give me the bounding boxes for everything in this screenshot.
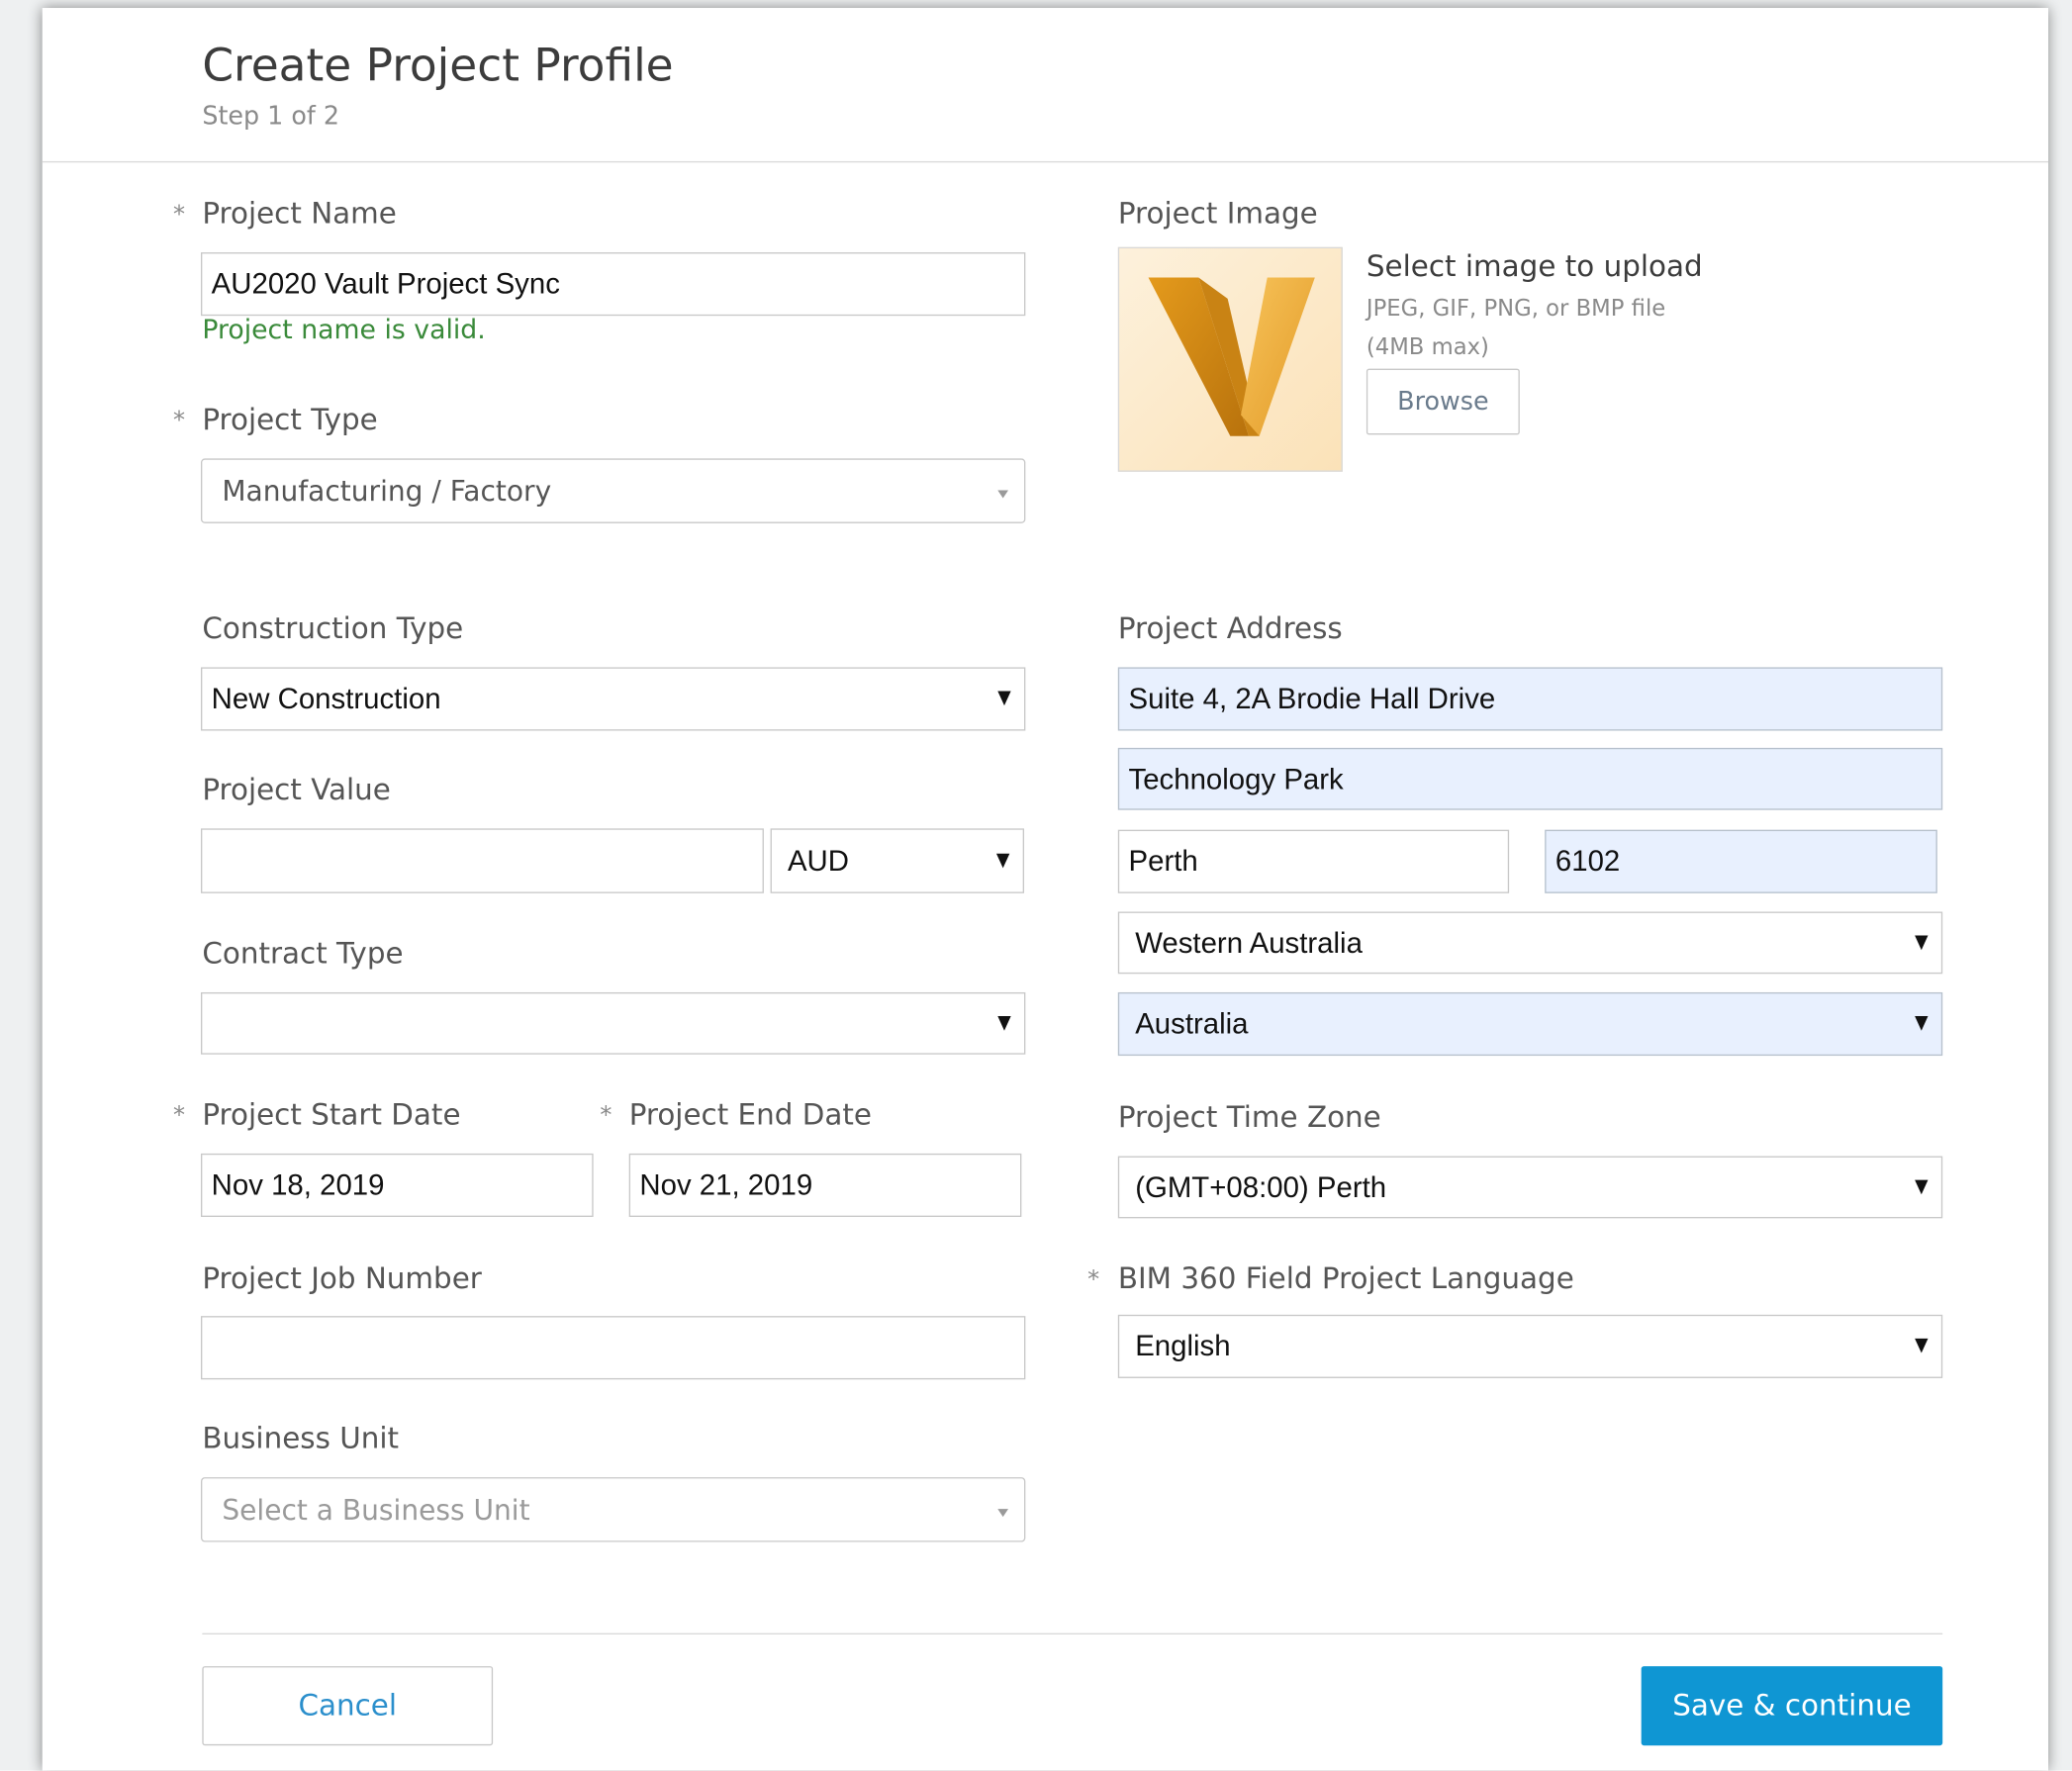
business-unit-select[interactable]: Select a Business Unit [200,1477,1026,1542]
page-title: Create Project Profile [202,40,674,93]
job-number-input[interactable] [200,1316,1026,1380]
caret-down-icon [995,853,1010,868]
project-type-value: Manufacturing / Factory [222,475,552,508]
project-value-input[interactable] [200,828,764,893]
project-address-label: Project Address [1117,612,1343,647]
required-asterisk: * [172,200,185,230]
required-asterisk: * [1087,1265,1100,1294]
address-line1-input[interactable]: Suite 4, 2A Brodie Hall Drive [1117,667,1943,731]
end-date-input[interactable]: Nov 21, 2019 [628,1153,1022,1217]
start-date-value: Nov 18, 2019 [211,1167,385,1201]
job-number-label: Project Job Number [202,1262,482,1297]
end-date-value: Nov 21, 2019 [639,1167,813,1201]
start-date-input[interactable]: Nov 18, 2019 [200,1153,594,1217]
business-unit-label: Business Unit [202,1423,400,1456]
upload-title: Select image to upload [1366,250,1703,285]
project-value-label: Project Value [202,774,391,807]
project-image-preview [1117,246,1343,472]
start-date-label: Project Start Date [202,1099,461,1133]
currency-value: AUD [787,843,849,878]
language-value: English [1135,1329,1231,1362]
construction-type-select[interactable]: New Construction [200,667,1026,731]
project-name-validation-message: Project name is valid. [202,313,486,345]
save-continue-button[interactable]: Save & continue [1641,1666,1943,1746]
state-select[interactable]: Western Australia [1117,911,1943,975]
caret-down-icon [1915,1015,1929,1031]
caret-down-icon [1915,1338,1929,1353]
business-unit-placeholder: Select a Business Unit [222,1493,530,1526]
state-value: Western Australia [1135,925,1363,959]
browse-button[interactable]: Browse [1366,368,1520,435]
address-line2-value: Technology Park [1128,761,1344,795]
contract-type-select[interactable] [200,991,1026,1055]
upload-hint-formats: JPEG, GIF, PNG, or BMP file [1366,296,1666,323]
caret-down-icon [997,1508,1008,1517]
project-type-select[interactable]: Manufacturing / Factory [200,458,1026,523]
postcode-value: 6102 [1554,844,1621,878]
caret-down-icon [997,489,1008,498]
time-zone-label: Project Time Zone [1117,1101,1381,1136]
address-line2-input[interactable]: Technology Park [1117,747,1943,810]
create-project-dialog: Create Project Profile Step 1 of 2 * Pro… [42,8,2049,1771]
language-select[interactable]: English [1117,1314,1943,1378]
cancel-button[interactable]: Cancel [202,1666,494,1746]
postcode-input[interactable]: 6102 [1545,829,1937,893]
project-name-value: AU2020 Vault Project Sync [211,266,560,301]
required-asterisk: * [600,1101,612,1130]
project-image-label: Project Image [1117,198,1318,232]
step-indicator: Step 1 of 2 [202,101,340,132]
address-line1-value: Suite 4, 2A Brodie Hall Drive [1128,682,1496,715]
project-type-label: Project Type [202,404,378,438]
currency-select[interactable]: AUD [770,828,1025,893]
end-date-label: Project End Date [628,1099,872,1133]
contract-type-label: Contract Type [202,938,404,972]
required-asterisk: * [172,407,185,435]
time-zone-value: (GMT+08:00) Perth [1135,1169,1387,1203]
language-label: BIM 360 Field Project Language [1117,1262,1574,1297]
country-select[interactable]: Australia [1117,991,1943,1057]
construction-type-label: Construction Type [202,612,464,647]
city-input[interactable]: Perth [1117,829,1510,893]
time-zone-select[interactable]: (GMT+08:00) Perth [1117,1156,1943,1219]
construction-type-value: New Construction [211,682,441,715]
project-name-input[interactable]: AU2020 Vault Project Sync [200,252,1026,317]
required-asterisk: * [172,1101,185,1130]
project-name-label: Project Name [202,198,397,232]
header-divider [42,160,2049,163]
caret-down-icon [997,1015,1011,1031]
caret-down-icon [1915,1178,1929,1194]
footer-divider [202,1632,1943,1635]
country-value: Australia [1135,1006,1249,1041]
upload-hint-size: (4MB max) [1366,333,1489,361]
caret-down-icon [1915,934,1929,950]
caret-down-icon [997,691,1011,706]
city-value: Perth [1128,844,1198,878]
autodesk-vault-logo-icon [1119,248,1342,471]
